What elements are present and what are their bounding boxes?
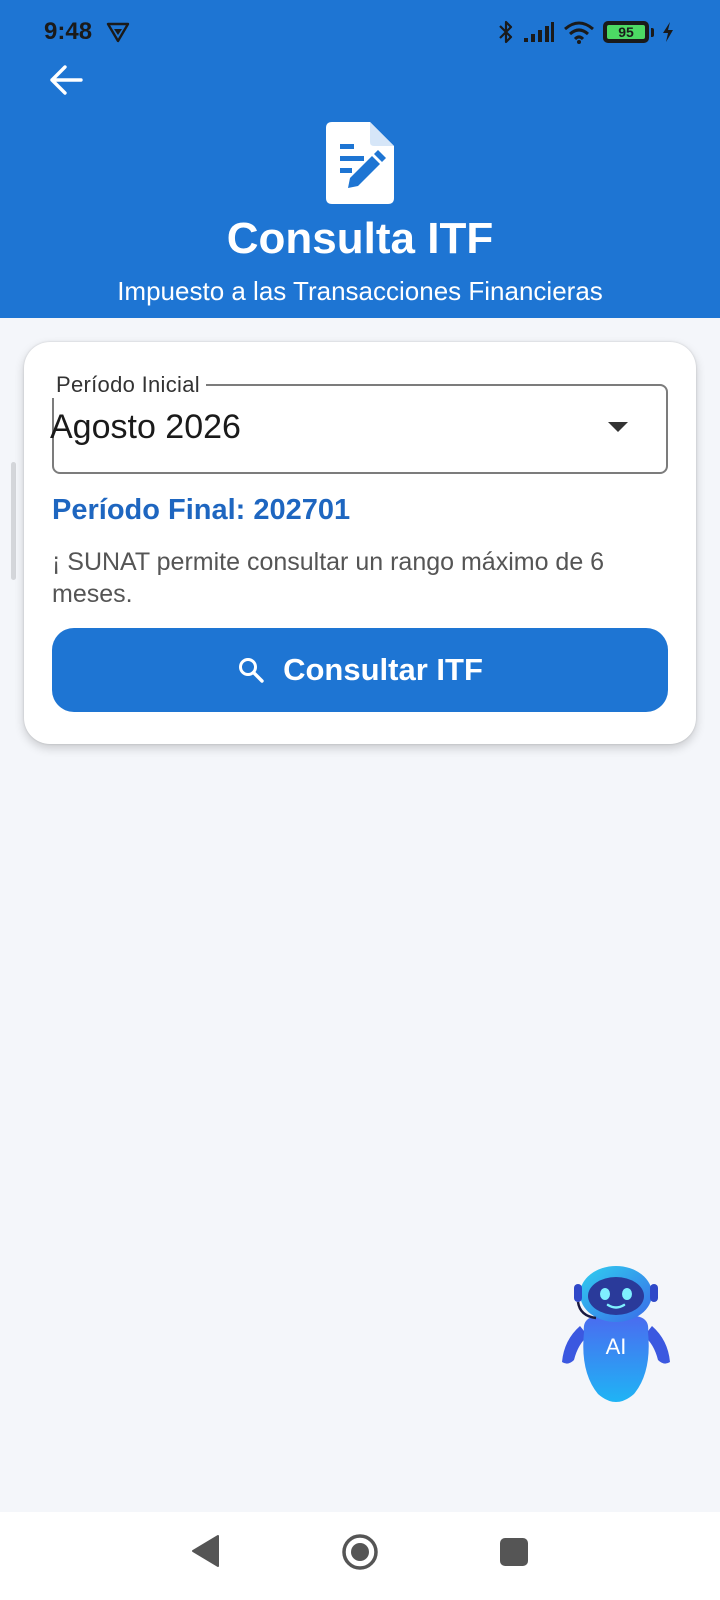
- period-value[interactable]: Agosto 2026: [50, 408, 241, 447]
- page-title: Consulta ITF: [226, 214, 494, 263]
- status-time: 9:48: [44, 18, 93, 45]
- query-card: Período Inicial Agosto 2026 Período Fina…: [24, 342, 696, 744]
- period-final: Período Final: 202701: [52, 494, 351, 526]
- wifi-icon: [564, 21, 594, 44]
- nav-back-icon[interactable]: [190, 1534, 220, 1568]
- consult-button-label: Consultar ITF: [283, 652, 483, 687]
- consult-button[interactable]: Consultar ITF: [52, 628, 668, 712]
- period-label: Período Inicial: [50, 372, 206, 398]
- ai-robot-icon[interactable]: AI: [560, 1262, 672, 1406]
- dropdown-arrow-icon[interactable]: [608, 422, 628, 432]
- page-subtitle: Impuesto a las Transacciones Financieras: [117, 276, 603, 306]
- charging-icon: [663, 22, 673, 42]
- back-button[interactable]: [44, 58, 88, 102]
- status-bar: 9:48 95: [0, 0, 720, 64]
- nav-home-icon[interactable]: [340, 1532, 380, 1572]
- scroll-indicator: [11, 462, 16, 580]
- document-edit-icon: [326, 122, 394, 204]
- battery-level: 95: [618, 24, 634, 40]
- nav-recents-icon[interactable]: [500, 1538, 528, 1566]
- bluetooth-icon: [499, 20, 513, 44]
- signal-icon: [524, 22, 554, 42]
- system-nav-bar: [0, 1512, 720, 1600]
- back-arrow-icon: [50, 65, 83, 95]
- battery-icon: 95: [603, 21, 649, 43]
- header: 9:48 95 Consulta ITF Impuesto a las Tran…: [0, 0, 720, 318]
- ai-label: AI: [606, 1334, 627, 1359]
- status-icons: 95: [497, 18, 674, 46]
- vpn-icon: [106, 22, 130, 43]
- search-icon: [239, 658, 264, 683]
- battery-tip: [651, 27, 654, 37]
- info-text: ¡ SUNAT permite consultar un rango máxim…: [52, 548, 605, 608]
